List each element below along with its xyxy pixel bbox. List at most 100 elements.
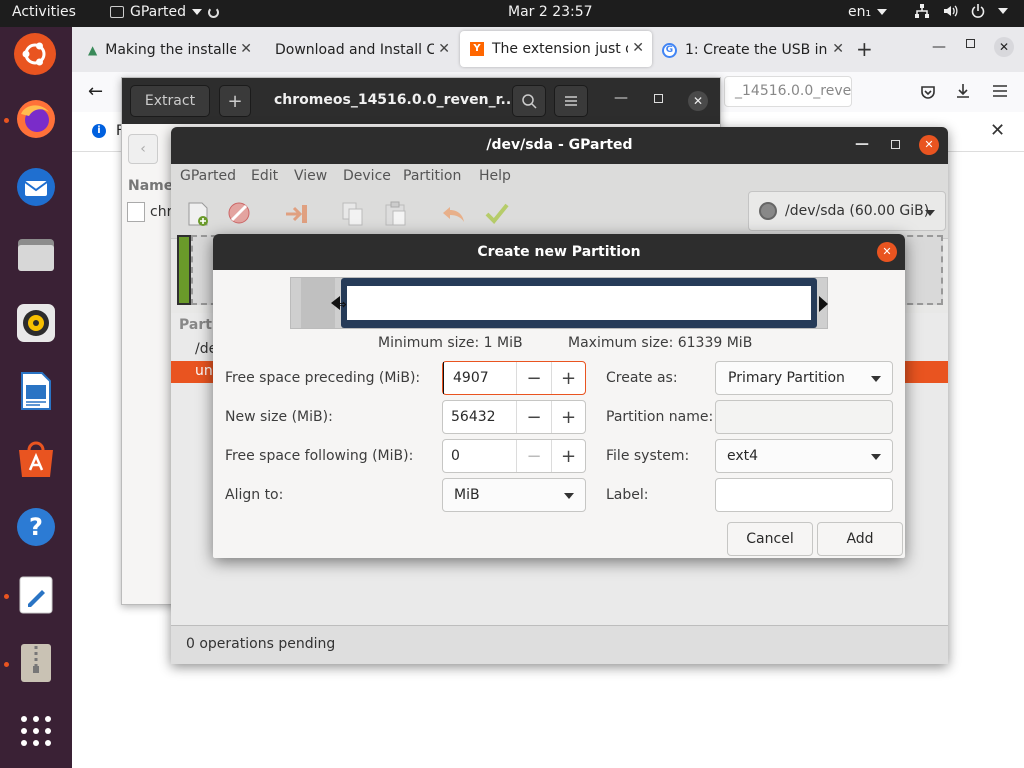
- google-favicon-icon: G: [662, 42, 677, 58]
- ycombinator-favicon-icon: Y: [470, 42, 484, 56]
- downloads-icon[interactable]: [955, 83, 971, 99]
- back-button[interactable]: ‹: [128, 134, 158, 164]
- software-center-icon[interactable]: [14, 437, 58, 481]
- file-row-name[interactable]: chr: [150, 204, 172, 220]
- close-tab-icon[interactable]: ✕: [236, 41, 252, 57]
- text-editor-icon[interactable]: [14, 573, 58, 617]
- close-tab-icon[interactable]: ✕: [628, 40, 644, 56]
- close-tab-icon[interactable]: ✕: [828, 41, 844, 57]
- create-partition-dialog: Create new Partition ✕ ⇔ Minimum size: 1…: [213, 234, 905, 558]
- decrement-button[interactable]: −: [517, 362, 551, 394]
- file-icon: [127, 202, 145, 222]
- new-tab-button[interactable]: +: [856, 37, 873, 61]
- ubuntu-installer-icon[interactable]: [14, 33, 56, 75]
- show-applications-icon[interactable]: [14, 709, 58, 753]
- minimize-button[interactable]: —: [614, 90, 628, 106]
- system-menu[interactable]: [914, 3, 1008, 19]
- close-window-button[interactable]: ✕: [919, 135, 939, 155]
- add-files-button[interactable]: +: [219, 85, 251, 117]
- right-handle-icon[interactable]: [819, 296, 828, 312]
- cancel-button[interactable]: Cancel: [727, 522, 813, 556]
- app-menu-label: GParted: [130, 4, 186, 20]
- increment-button[interactable]: +: [551, 440, 585, 472]
- undo-icon[interactable]: [441, 203, 467, 225]
- back-arrow-icon[interactable]: ←: [88, 81, 103, 102]
- decrement-button[interactable]: −: [517, 401, 551, 433]
- files-icon[interactable]: [14, 233, 58, 277]
- partition-graph-used[interactable]: [177, 235, 191, 305]
- hamburger-menu-icon[interactable]: [992, 84, 1008, 98]
- partition-resizer[interactable]: ⇔: [290, 277, 828, 329]
- maximize-button[interactable]: [654, 94, 663, 103]
- close-window-button[interactable]: ✕: [994, 37, 1014, 57]
- libreoffice-writer-icon[interactable]: [14, 369, 58, 413]
- close-window-button[interactable]: ✕: [688, 91, 708, 111]
- clock[interactable]: Mar 2 23:57: [508, 4, 593, 20]
- menu-gparted[interactable]: GParted: [180, 168, 236, 184]
- menu-edit[interactable]: Edit: [251, 168, 278, 184]
- menu-partition[interactable]: Partition: [403, 168, 461, 184]
- chevron-down-icon: [192, 9, 202, 15]
- resize-move-icon[interactable]: [284, 203, 310, 225]
- keyboard-layout-menu[interactable]: en₁: [848, 4, 888, 20]
- column-header-name[interactable]: Name: [128, 178, 173, 194]
- close-tab-icon[interactable]: ✕: [434, 41, 450, 57]
- archive-manager-icon[interactable]: [14, 641, 58, 685]
- tab-download-install[interactable]: Download and Install Cl ✕: [266, 33, 458, 67]
- align-to-value: MiB: [454, 487, 480, 503]
- partition-column-header[interactable]: Parti: [179, 317, 217, 333]
- free-space-preceding-spinbox[interactable]: 4907 − +: [442, 361, 586, 395]
- menu-help[interactable]: Help: [479, 168, 511, 184]
- free-space-following-input[interactable]: 0: [443, 440, 517, 472]
- new-size-spinbox[interactable]: 56432 − +: [442, 400, 586, 434]
- extract-button[interactable]: Extract: [130, 85, 210, 117]
- close-notification-icon[interactable]: ✕: [990, 120, 1005, 141]
- tab-extension-active[interactable]: Y The extension just d ✕: [460, 31, 652, 67]
- pocket-icon[interactable]: [920, 84, 936, 100]
- delete-icon[interactable]: [227, 201, 251, 225]
- tab-making-installer[interactable]: ▲ Making the installer ✕: [78, 33, 260, 67]
- new-size-input[interactable]: 56432: [443, 401, 517, 433]
- rhythmbox-icon[interactable]: [14, 301, 58, 345]
- menu-device[interactable]: Device: [343, 168, 391, 184]
- label-field[interactable]: [715, 478, 893, 512]
- minimize-button[interactable]: —: [932, 39, 946, 55]
- app-menu[interactable]: GParted: [110, 4, 219, 20]
- help-icon[interactable]: ?: [14, 505, 58, 549]
- chevron-down-icon: [877, 9, 888, 15]
- new-partition-icon[interactable]: [186, 201, 210, 227]
- minimize-button[interactable]: —: [855, 136, 869, 152]
- tab-label: Making the installer: [105, 42, 244, 58]
- align-to-dropdown[interactable]: MiB: [442, 478, 586, 512]
- close-dialog-button[interactable]: ✕: [877, 242, 897, 262]
- maximize-button[interactable]: [891, 140, 900, 149]
- create-as-label: Create as:: [606, 370, 678, 386]
- paste-icon[interactable]: [384, 201, 408, 227]
- maximize-button[interactable]: [966, 39, 975, 48]
- copy-icon[interactable]: [341, 201, 365, 227]
- thunderbird-icon[interactable]: [14, 165, 58, 209]
- volume-icon: [944, 5, 958, 17]
- add-button[interactable]: Add: [817, 522, 903, 556]
- apply-checkmark-icon[interactable]: [485, 202, 509, 224]
- create-as-dropdown[interactable]: Primary Partition: [715, 361, 893, 395]
- activities-button[interactable]: Activities: [12, 4, 76, 20]
- free-space-following-spinbox[interactable]: 0 − +: [442, 439, 586, 473]
- maximum-size-text: Maximum size: 61339 MiB: [568, 335, 753, 351]
- tab-create-usb[interactable]: G 1: Create the USB ins ✕: [656, 33, 852, 67]
- menu-button[interactable]: [554, 85, 588, 117]
- file-system-dropdown[interactable]: ext4: [715, 439, 893, 473]
- firefox-icon[interactable]: [14, 97, 58, 141]
- status-bar: 0 operations pending: [171, 625, 948, 664]
- search-button[interactable]: [512, 85, 546, 117]
- new-partition-block[interactable]: [341, 278, 817, 328]
- tab-label: Download and Install Cl: [275, 42, 441, 58]
- increment-button[interactable]: +: [551, 401, 585, 433]
- partition-name-field[interactable]: [715, 400, 893, 434]
- device-selector[interactable]: /dev/sda (60.00 GiB): [748, 191, 946, 231]
- menu-view[interactable]: View: [294, 168, 327, 184]
- increment-button[interactable]: +: [551, 362, 585, 394]
- free-space-preceding-input[interactable]: 4907: [443, 362, 517, 394]
- url-bar[interactable]: _14516.0.0_reven: [724, 76, 852, 107]
- decrement-button[interactable]: −: [517, 440, 551, 472]
